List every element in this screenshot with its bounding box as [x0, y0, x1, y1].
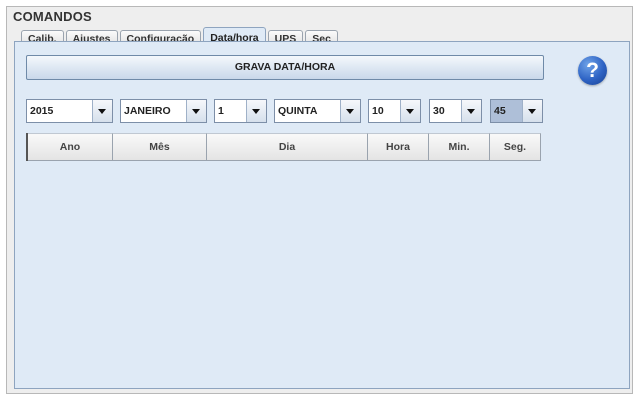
chevron-down-icon	[340, 100, 360, 122]
column-header-hora[interactable]: Hora	[368, 133, 429, 161]
segundo-value: 45	[494, 105, 506, 117]
column-header-mes[interactable]: Mês	[113, 133, 207, 161]
chevron-down-icon	[186, 100, 206, 122]
tab-content-data-hora: GRAVA DATA/HORA ? 2015 JANEIRO 1 QUINTA …	[14, 41, 630, 389]
chevron-down-icon	[461, 100, 481, 122]
hora-select[interactable]: 10	[368, 99, 421, 123]
help-icon[interactable]: ?	[578, 56, 607, 85]
chevron-down-icon	[522, 100, 542, 122]
ano-select[interactable]: 2015	[26, 99, 113, 123]
dia-select[interactable]: 1	[214, 99, 267, 123]
hora-value: 10	[372, 105, 384, 117]
table-header: Ano Mês Dia Hora Min. Seg.	[26, 133, 541, 161]
chevron-down-icon	[246, 100, 266, 122]
panel-title: COMANDOS	[13, 9, 92, 24]
mes-value: JANEIRO	[124, 105, 171, 117]
column-header-seg[interactable]: Seg.	[490, 133, 541, 161]
grava-data-hora-button[interactable]: GRAVA DATA/HORA	[26, 55, 544, 80]
column-header-ano[interactable]: Ano	[28, 133, 113, 161]
minuto-select[interactable]: 30	[429, 99, 482, 123]
minuto-value: 30	[433, 105, 445, 117]
column-header-min[interactable]: Min.	[429, 133, 490, 161]
dia-value: 1	[218, 105, 224, 117]
dia-semana-value: QUINTA	[278, 105, 318, 117]
ano-value: 2015	[30, 105, 54, 117]
chevron-down-icon	[400, 100, 420, 122]
column-header-dia[interactable]: Dia	[207, 133, 368, 161]
mes-select[interactable]: JANEIRO	[120, 99, 207, 123]
chevron-down-icon	[92, 100, 112, 122]
segundo-select[interactable]: 45	[490, 99, 543, 123]
dia-semana-select[interactable]: QUINTA	[274, 99, 361, 123]
